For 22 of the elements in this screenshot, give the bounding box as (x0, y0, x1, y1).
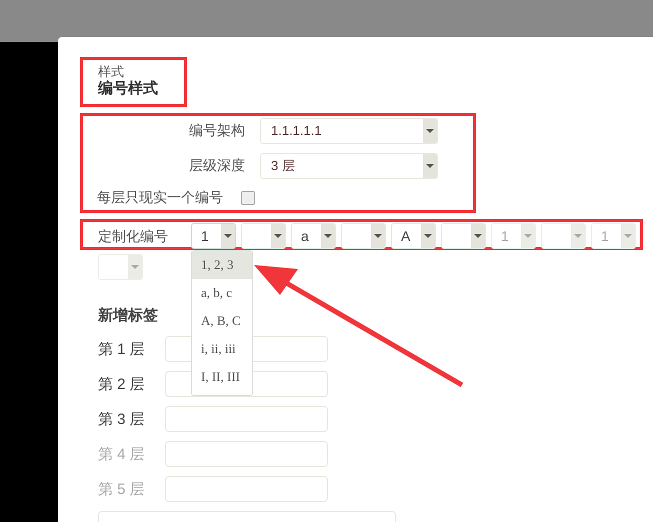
field-label: 每层只现实一个编号 (97, 189, 223, 207)
field-label: 层级深度 (188, 157, 245, 175)
level-label: 第 5 层 (98, 480, 146, 498)
dropdown-option[interactable]: A, B, C (192, 307, 252, 335)
level-label: 第 3 层 (98, 410, 146, 428)
dropdown-option[interactable]: a, b, c (192, 279, 252, 307)
select-field[interactable]: 1 (191, 223, 236, 249)
level-label: 第 4 层 (98, 444, 146, 464)
select-field[interactable]: 3 层 (260, 153, 438, 179)
section-title: 新增标签 (98, 306, 158, 325)
select-field[interactable]: a (291, 223, 336, 249)
section-title: 编号样式 (98, 79, 159, 99)
dropdown-option[interactable]: 1, 2, 3 (192, 251, 252, 279)
level-label: 第 1 层 (98, 340, 146, 358)
level-label: 第 2 层 (98, 374, 146, 394)
select-field[interactable]: A (391, 223, 436, 249)
section-subtitle: 样式 (98, 64, 125, 79)
field-label: 定制化编号 (98, 227, 169, 246)
field-label: 编号架构 (188, 122, 245, 140)
dropdown-option[interactable]: I, II, III (192, 363, 252, 391)
select-field[interactable]: 1.1.1.1.1 (260, 118, 438, 144)
dropdown-option[interactable]: i, ii, iii (192, 335, 252, 363)
